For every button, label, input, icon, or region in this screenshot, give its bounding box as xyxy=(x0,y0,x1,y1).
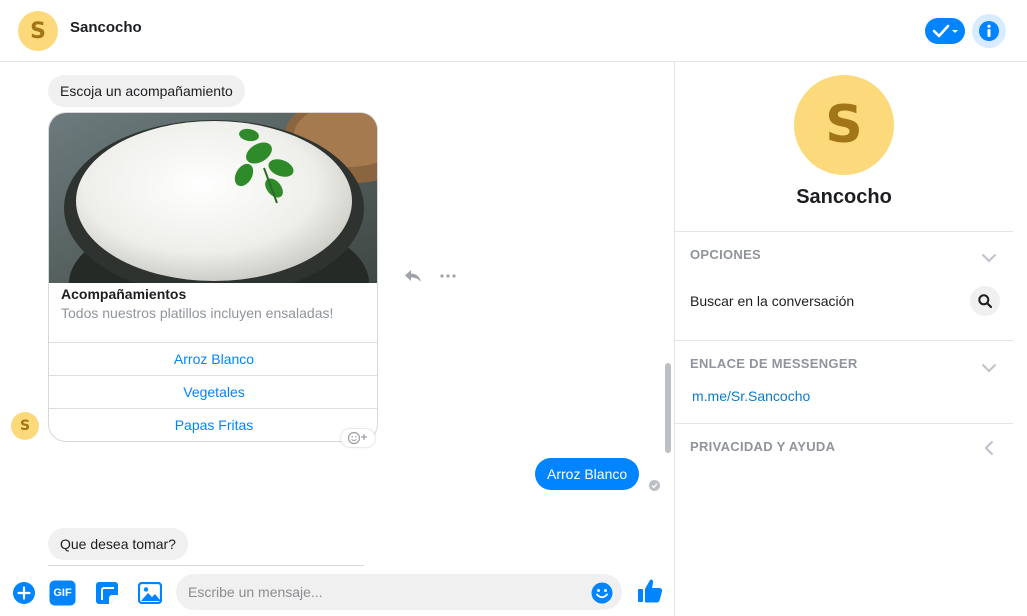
sticker-icon xyxy=(96,582,118,604)
more-actions-button[interactable] xyxy=(12,581,36,605)
chevron-left-icon[interactable] xyxy=(984,440,994,461)
profile-avatar[interactable]: S xyxy=(794,75,894,175)
avatar[interactable]: S xyxy=(18,11,58,51)
image-icon xyxy=(138,582,162,604)
reply-button[interactable] xyxy=(404,268,422,284)
messenger-app: S Sancocho Escoja un acompañamiento Acom… xyxy=(0,0,1027,616)
scrollbar-thumb[interactable] xyxy=(665,363,671,453)
messenger-link[interactable]: m.me/Sr.Sancocho xyxy=(692,388,810,404)
reply-arrow-icon xyxy=(405,270,421,282)
quick-reply-arroz-blanco[interactable]: Arroz Blanco xyxy=(49,342,377,375)
gif-button[interactable]: GIF xyxy=(49,580,76,606)
mark-done-button[interactable] xyxy=(925,18,965,44)
more-options-button[interactable] xyxy=(440,268,456,284)
emoji-button[interactable] xyxy=(590,581,614,605)
conversation-header: S Sancocho xyxy=(0,0,1027,62)
divider xyxy=(675,423,1013,424)
divider xyxy=(675,231,1013,232)
search-in-conversation-label[interactable]: Buscar en la conversación xyxy=(690,293,854,309)
chevron-down-icon[interactable] xyxy=(981,360,997,378)
chevron-down-icon[interactable] xyxy=(981,250,997,268)
read-receipt xyxy=(649,480,660,491)
delivered-check-icon xyxy=(649,480,660,491)
search-icon xyxy=(978,294,992,308)
smiley-plus-icon xyxy=(347,431,367,445)
outgoing-message-bubble: Arroz Blanco xyxy=(535,458,640,490)
card-image xyxy=(49,113,377,283)
section-messenger-link-heading[interactable]: ENLACE DE MESSENGER xyxy=(690,356,858,371)
conversation-title[interactable]: Sancocho xyxy=(70,19,142,36)
photo-button[interactable] xyxy=(138,581,162,605)
search-in-conversation-button[interactable] xyxy=(970,286,1000,316)
message-thread: Escoja un acompañamiento Acompañamientos… xyxy=(0,62,674,566)
message-bubble: Escoja un acompañamiento xyxy=(48,75,245,107)
divider xyxy=(675,340,1013,341)
gif-label: GIF xyxy=(53,587,72,599)
section-privacy-heading[interactable]: PRIVACIDAD Y AYUDA xyxy=(690,439,835,454)
quick-reply-vegetales[interactable]: Vegetales xyxy=(49,375,377,408)
profile-name: Sancocho xyxy=(796,186,892,208)
message-input[interactable] xyxy=(176,574,622,610)
card-subtitle: Todos nuestros platillos incluyen ensala… xyxy=(61,305,334,321)
sender-avatar[interactable]: S xyxy=(11,412,39,440)
generic-template-card: Acompañamientos Todos nuestros platillos… xyxy=(48,112,378,442)
like-button[interactable] xyxy=(636,577,664,605)
section-options-heading[interactable]: OPCIONES xyxy=(690,247,761,262)
rice-bowl-image xyxy=(49,113,377,283)
thumbs-up-icon xyxy=(638,579,663,603)
more-icon xyxy=(440,274,456,278)
conversation-info-button[interactable] xyxy=(972,14,1006,48)
info-icon xyxy=(979,21,999,41)
add-reaction-button[interactable] xyxy=(341,429,375,447)
emoji-icon xyxy=(591,582,613,604)
checkmark-icon xyxy=(932,24,958,38)
message-composer: GIF xyxy=(0,566,674,616)
conversation-details-panel: S Sancocho OPCIONES Buscar en la convers… xyxy=(675,62,1027,616)
quick-reply-papas-fritas[interactable]: Papas Fritas xyxy=(49,408,377,441)
card-title: Acompañamientos xyxy=(61,286,187,302)
message-bubble: Que desea tomar? xyxy=(48,528,188,560)
sticker-button[interactable] xyxy=(95,581,119,605)
plus-icon xyxy=(13,582,35,604)
